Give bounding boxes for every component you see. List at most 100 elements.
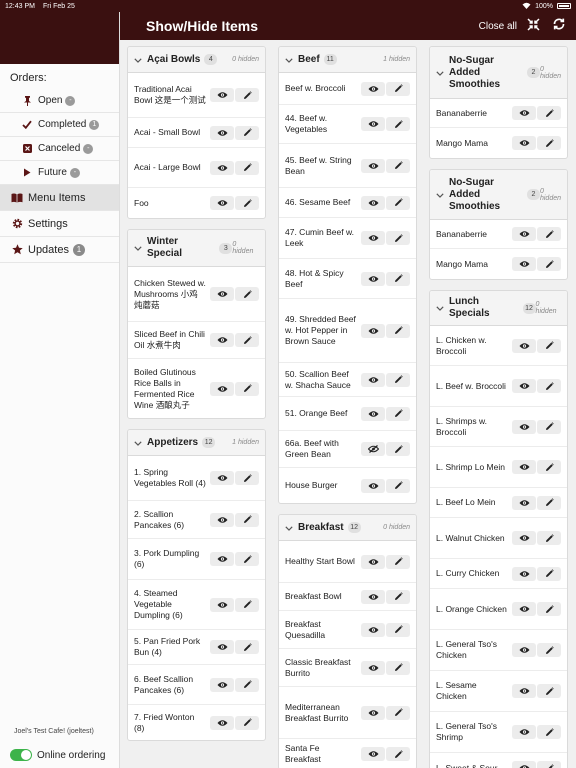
edit-item-button[interactable] <box>235 381 259 396</box>
visibility-toggle-button[interactable] <box>210 552 234 566</box>
visibility-toggle-button[interactable] <box>361 622 385 637</box>
sidebar-item-updates[interactable]: Updates 1 <box>0 237 119 263</box>
edit-item-button[interactable] <box>537 338 561 353</box>
edit-item-button[interactable] <box>537 684 561 698</box>
visibility-toggle-button[interactable] <box>361 478 385 493</box>
visibility-toggle-button[interactable] <box>210 471 234 485</box>
edit-item-button[interactable] <box>386 231 410 245</box>
edit-item-button[interactable] <box>235 196 259 210</box>
edit-item-button[interactable] <box>235 597 259 612</box>
category-header[interactable]: Beef 11 1 hidden <box>279 47 416 73</box>
edit-item-button[interactable] <box>386 660 410 675</box>
edit-item-button[interactable] <box>537 106 561 120</box>
category-header[interactable]: Winter Special 3 0 hidden <box>128 230 265 267</box>
visibility-toggle-button[interactable] <box>361 81 385 96</box>
edit-item-button[interactable] <box>235 160 259 175</box>
visibility-toggle-button[interactable] <box>210 160 234 175</box>
edit-item-button[interactable] <box>235 471 259 485</box>
sidebar-item-menu-items[interactable]: Menu Items <box>0 185 119 211</box>
category-header[interactable]: Açai Bowls 4 0 hidden <box>128 47 265 73</box>
visibility-toggle-button[interactable] <box>361 442 385 456</box>
visibility-toggle-button[interactable] <box>512 643 536 657</box>
edit-item-button[interactable] <box>537 136 561 150</box>
edit-item-button[interactable] <box>235 88 259 102</box>
edit-item-button[interactable] <box>386 195 410 210</box>
edit-item-button[interactable] <box>386 478 410 493</box>
visibility-toggle-button[interactable] <box>361 589 385 604</box>
visibility-toggle-button[interactable] <box>361 660 385 675</box>
edit-item-button[interactable] <box>537 419 561 434</box>
edit-item-button[interactable] <box>235 333 259 347</box>
edit-item-button[interactable] <box>386 406 410 421</box>
edit-item-button[interactable] <box>235 512 259 527</box>
edit-item-button[interactable] <box>386 554 410 569</box>
visibility-toggle-button[interactable] <box>512 257 536 271</box>
edit-item-button[interactable] <box>537 725 561 739</box>
edit-item-button[interactable] <box>235 677 259 692</box>
edit-item-button[interactable] <box>537 566 561 581</box>
category-header[interactable]: Appetizers 12 1 hidden <box>128 430 265 456</box>
edit-item-button[interactable] <box>386 747 410 761</box>
sidebar-item-open[interactable]: Open - <box>0 89 119 113</box>
edit-item-button[interactable] <box>235 125 259 140</box>
category-header[interactable]: Lunch Specials 12 0 hidden <box>430 291 567 326</box>
visibility-toggle-button[interactable] <box>210 381 234 396</box>
category-header[interactable]: No-Sugar Added Smoothies 2 0 hidden <box>430 170 567 220</box>
edit-item-button[interactable] <box>386 323 410 338</box>
category-header[interactable]: Breakfast 12 0 hidden <box>279 515 416 541</box>
visibility-toggle-button[interactable] <box>512 566 536 581</box>
visibility-toggle-button[interactable] <box>512 725 536 739</box>
visibility-toggle-button[interactable] <box>210 677 234 692</box>
visibility-toggle-button[interactable] <box>210 597 234 612</box>
edit-item-button[interactable] <box>235 640 259 654</box>
visibility-toggle-button[interactable] <box>210 715 234 730</box>
edit-item-button[interactable] <box>386 622 410 637</box>
visibility-toggle-button[interactable] <box>210 88 234 102</box>
category-header[interactable]: No-Sugar Added Smoothies 2 0 hidden <box>430 47 567 99</box>
visibility-toggle-button[interactable] <box>512 338 536 353</box>
visibility-toggle-button[interactable] <box>512 495 536 510</box>
visibility-toggle-button[interactable] <box>361 705 385 720</box>
sidebar-item-settings[interactable]: Settings <box>0 211 119 237</box>
edit-item-button[interactable] <box>235 715 259 730</box>
visibility-toggle-button[interactable] <box>361 554 385 569</box>
visibility-toggle-button[interactable] <box>361 158 385 173</box>
visibility-toggle-button[interactable] <box>361 117 385 131</box>
edit-item-button[interactable] <box>386 81 410 96</box>
edit-item-button[interactable] <box>386 442 410 456</box>
visibility-toggle-button[interactable] <box>361 195 385 210</box>
visibility-toggle-button[interactable] <box>512 761 536 768</box>
edit-item-button[interactable] <box>537 761 561 768</box>
edit-item-button[interactable] <box>537 379 561 393</box>
sidebar-item-future[interactable]: Future - <box>0 161 119 185</box>
visibility-toggle-button[interactable] <box>210 640 234 654</box>
visibility-toggle-button[interactable] <box>210 196 234 210</box>
edit-item-button[interactable] <box>537 460 561 474</box>
visibility-toggle-button[interactable] <box>210 287 234 301</box>
edit-item-button[interactable] <box>537 257 561 271</box>
visibility-toggle-button[interactable] <box>361 406 385 421</box>
visibility-toggle-button[interactable] <box>361 372 385 387</box>
edit-item-button[interactable] <box>235 552 259 566</box>
visibility-toggle-button[interactable] <box>512 106 536 120</box>
visibility-toggle-button[interactable] <box>512 531 536 545</box>
visibility-toggle-button[interactable] <box>210 333 234 347</box>
refresh-button[interactable] <box>552 17 566 35</box>
edit-item-button[interactable] <box>537 495 561 510</box>
edit-item-button[interactable] <box>386 271 410 286</box>
online-ordering-toggle[interactable] <box>10 749 32 761</box>
visibility-toggle-button[interactable] <box>512 227 536 241</box>
visibility-toggle-button[interactable] <box>512 136 536 150</box>
visibility-toggle-button[interactable] <box>361 231 385 245</box>
edit-item-button[interactable] <box>386 117 410 131</box>
edit-item-button[interactable] <box>537 227 561 241</box>
edit-item-button[interactable] <box>537 643 561 657</box>
sidebar-item-completed[interactable]: Completed 1 <box>0 113 119 137</box>
visibility-toggle-button[interactable] <box>361 747 385 761</box>
edit-item-button[interactable] <box>537 531 561 545</box>
edit-item-button[interactable] <box>386 158 410 173</box>
visibility-toggle-button[interactable] <box>361 271 385 286</box>
edit-item-button[interactable] <box>386 372 410 387</box>
visibility-toggle-button[interactable] <box>210 512 234 527</box>
visibility-toggle-button[interactable] <box>512 379 536 393</box>
